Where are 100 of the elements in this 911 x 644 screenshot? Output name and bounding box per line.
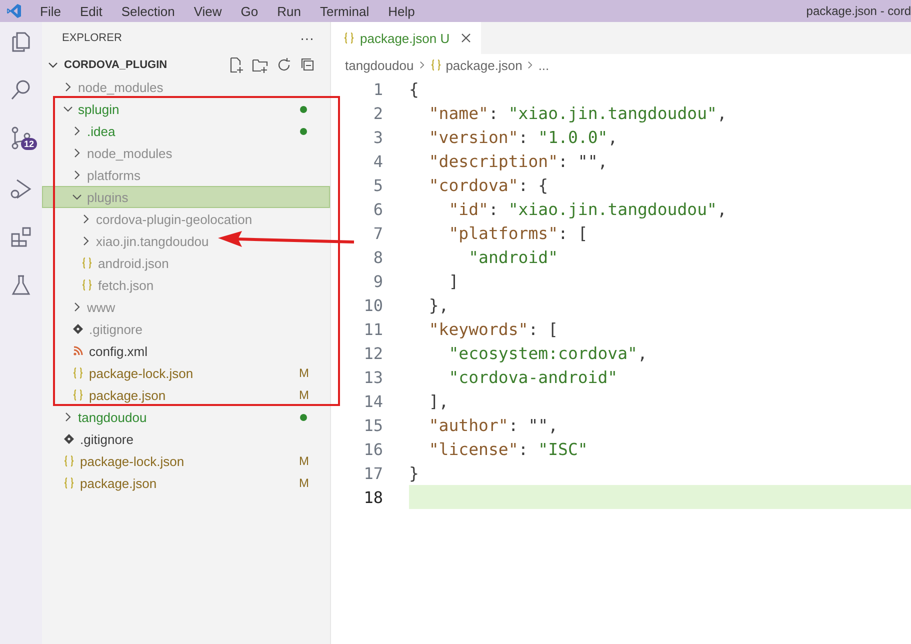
chevron-icon	[526, 61, 534, 69]
line-number: 2	[372, 104, 383, 122]
code-line: "author": "",	[428, 416, 558, 434]
tree-item-label[interactable]: .gitignore	[89, 322, 142, 336]
extensions-icon[interactable]	[9, 225, 33, 249]
workspace-folder[interactable]: CORDOVA_PLUGIN	[64, 59, 168, 71]
code-line: "id": "xiao.jin.tangdoudou",	[448, 200, 727, 218]
braces-icon	[63, 455, 75, 467]
new-file-icon[interactable]	[228, 57, 244, 73]
braces-icon	[72, 367, 84, 379]
refresh-icon[interactable]	[276, 57, 292, 73]
menu-item[interactable]: File	[40, 4, 61, 18]
code-line: "ecosystem:cordova",	[448, 344, 648, 362]
braces-icon	[63, 477, 75, 489]
notification-badge: 12	[21, 138, 38, 150]
code-line: "version": "1.0.0",	[428, 128, 618, 146]
tree-item-label[interactable]: .gitignore	[80, 432, 134, 446]
git-status-letter: M	[299, 388, 309, 402]
tree-item-label[interactable]: xiao.jin.tangdoudou	[96, 234, 209, 248]
line-number: 11	[362, 320, 383, 338]
code-line: },	[428, 296, 449, 314]
line-number: 15	[362, 416, 383, 434]
line-number: 6	[372, 200, 383, 218]
tree-item-label[interactable]: platforms	[87, 168, 140, 182]
tree-item-label[interactable]: package-lock.json	[80, 454, 184, 468]
app-logo-icon	[6, 3, 22, 19]
line-number: 10	[362, 296, 383, 314]
menu-item[interactable]: Terminal	[320, 4, 370, 18]
run-debug-icon[interactable]	[9, 177, 33, 201]
line-number: 16	[362, 440, 383, 458]
tree-item-label: plugins	[87, 190, 128, 204]
new-folder-icon[interactable]	[252, 57, 268, 73]
line-number: 3	[372, 128, 383, 146]
line-number: 13	[362, 368, 383, 386]
breadcrumb-item[interactable]: tangdoudou	[345, 58, 414, 72]
code-line: ]	[448, 272, 459, 290]
collapse-all-icon[interactable]	[300, 57, 316, 73]
tree-item-label[interactable]: www	[87, 300, 116, 314]
tree-item-label[interactable]: package-lock.json	[89, 366, 194, 380]
code-line: {	[409, 80, 419, 98]
editor-tab[interactable]: package.json U	[331, 22, 481, 54]
breadcrumb-item[interactable]: package.json	[446, 58, 522, 72]
line-number: 17	[362, 464, 383, 482]
code-line: ],	[428, 392, 449, 410]
menu-item[interactable]: Selection	[121, 4, 175, 18]
line-number: 5	[372, 176, 383, 194]
menu-item[interactable]: Go	[240, 4, 258, 18]
code-line: "android"	[468, 248, 558, 266]
flask-icon[interactable]	[9, 273, 33, 297]
code-line: "keywords": [	[428, 320, 558, 338]
tree-item-label[interactable]: package.json	[89, 388, 166, 402]
code-line: }	[409, 464, 419, 482]
tree-item-label[interactable]: .idea	[87, 124, 116, 138]
explorer-title: EXPLORER	[62, 32, 122, 44]
code-line: "name": "xiao.jin.tangdoudou",	[428, 104, 727, 122]
line-number: 8	[372, 248, 383, 266]
breadcrumb-item[interactable]: ...	[538, 58, 550, 72]
chevron-icon[interactable]	[48, 60, 58, 70]
chevron-icon	[418, 61, 426, 69]
line-number: 9	[372, 272, 383, 290]
more-actions-button[interactable]: ···	[300, 30, 314, 46]
menu-item[interactable]: Run	[277, 4, 301, 18]
braces-icon	[81, 279, 93, 291]
tree-item-label[interactable]: splugin	[78, 102, 120, 116]
diamond-icon	[72, 323, 84, 335]
braces-icon	[343, 32, 355, 44]
tree-item-label[interactable]: fetch.json	[98, 278, 154, 292]
tree-item-label[interactable]: node_modules	[78, 80, 164, 94]
line-number: 7	[372, 224, 383, 242]
menu-item[interactable]: View	[194, 4, 222, 18]
code-line: "platforms": [	[448, 224, 588, 242]
close-icon[interactable]	[460, 33, 471, 43]
braces-icon	[72, 389, 84, 401]
tree-item-label[interactable]: android.json	[98, 256, 169, 270]
git-status-letter: M	[299, 366, 309, 380]
selected-tree-item[interactable]: plugins	[42, 186, 330, 208]
git-status-letter: M	[299, 454, 309, 468]
tree-item-label[interactable]: cordova-plugin-geolocation	[96, 212, 252, 226]
code-line: "cordova": {	[428, 176, 548, 194]
menu-item[interactable]: Edit	[80, 4, 102, 18]
braces-icon	[430, 59, 442, 71]
line-number: 12	[362, 344, 383, 362]
git-status-letter: M	[299, 476, 309, 490]
menu-item[interactable]: Help	[388, 4, 415, 18]
code-line: "license": "ISC"	[428, 440, 588, 458]
code-line: "cordova-android"	[448, 368, 618, 386]
code-line: "description": "",	[428, 152, 608, 170]
tree-item-label[interactable]: package.json	[80, 476, 157, 490]
diamond-icon	[63, 433, 75, 445]
source-control-icon[interactable]	[9, 126, 33, 150]
tree-item-label[interactable]: node_modules	[87, 146, 172, 160]
feed-icon	[72, 345, 84, 357]
tree-item-label[interactable]: config.xml	[89, 344, 148, 358]
window-title: package.json - cord	[806, 4, 911, 18]
braces-icon	[81, 257, 93, 269]
line-number: 4	[372, 152, 383, 170]
line-number: 1	[372, 80, 383, 98]
line-number: 18	[362, 488, 383, 506]
line-number: 14	[362, 392, 383, 410]
tree-item-label[interactable]: tangdoudou	[78, 410, 147, 424]
